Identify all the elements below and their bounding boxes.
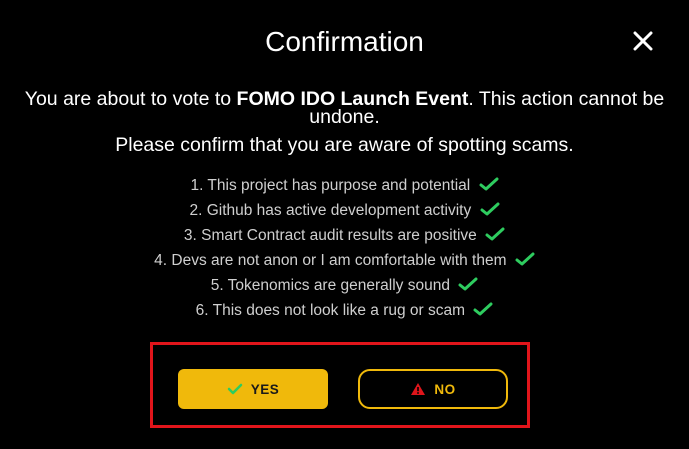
message-prefix: You are about to vote to xyxy=(24,88,237,110)
checklist-item: 6. This does not look like a rug or scam xyxy=(0,298,689,323)
checklist-item-label: 6. This does not look like a rug or scam xyxy=(195,302,466,319)
close-icon xyxy=(633,31,653,51)
yes-button[interactable]: YES xyxy=(178,369,328,409)
checklist-item: 3. Smart Contract audit results are posi… xyxy=(0,223,689,248)
no-button-label: NO xyxy=(434,381,456,397)
checklist-item: 1. This project has purpose and potentia… xyxy=(0,173,689,198)
checklist-item: 2. Github has active development activit… xyxy=(0,198,689,223)
checklist-item-label: 2. Github has active development activit… xyxy=(189,202,472,219)
close-button[interactable] xyxy=(626,24,660,58)
checklist-item-label: 4. Devs are not anon or I am comfortable… xyxy=(154,252,507,269)
confirmation-dialog: Confirmation You are about to vote to FO… xyxy=(0,0,689,449)
checklist: 1. This project has purpose and potentia… xyxy=(0,173,689,323)
message-line2: Please confirm that you are aware of spo… xyxy=(115,134,574,156)
checklist-item-label: 1. This project has purpose and potentia… xyxy=(190,177,471,194)
dialog-message: You are about to vote to FOMO IDO Launch… xyxy=(20,88,669,156)
check-icon xyxy=(480,202,500,216)
warning-icon xyxy=(410,382,426,396)
no-button[interactable]: NO xyxy=(358,369,508,409)
check-icon xyxy=(458,277,478,291)
check-icon xyxy=(227,383,243,395)
check-icon xyxy=(485,227,505,241)
checklist-item-label: 5. Tokenomics are generally sound xyxy=(210,277,450,294)
check-icon xyxy=(479,177,499,191)
dialog-title: Confirmation xyxy=(265,26,424,57)
check-icon xyxy=(515,252,535,266)
checklist-item: 5. Tokenomics are generally sound xyxy=(0,273,689,298)
check-icon xyxy=(473,302,493,316)
checklist-item: 4. Devs are not anon or I am comfortable… xyxy=(0,248,689,273)
checklist-item-label: 3. Smart Contract audit results are posi… xyxy=(183,227,477,244)
yes-button-label: YES xyxy=(250,381,280,397)
